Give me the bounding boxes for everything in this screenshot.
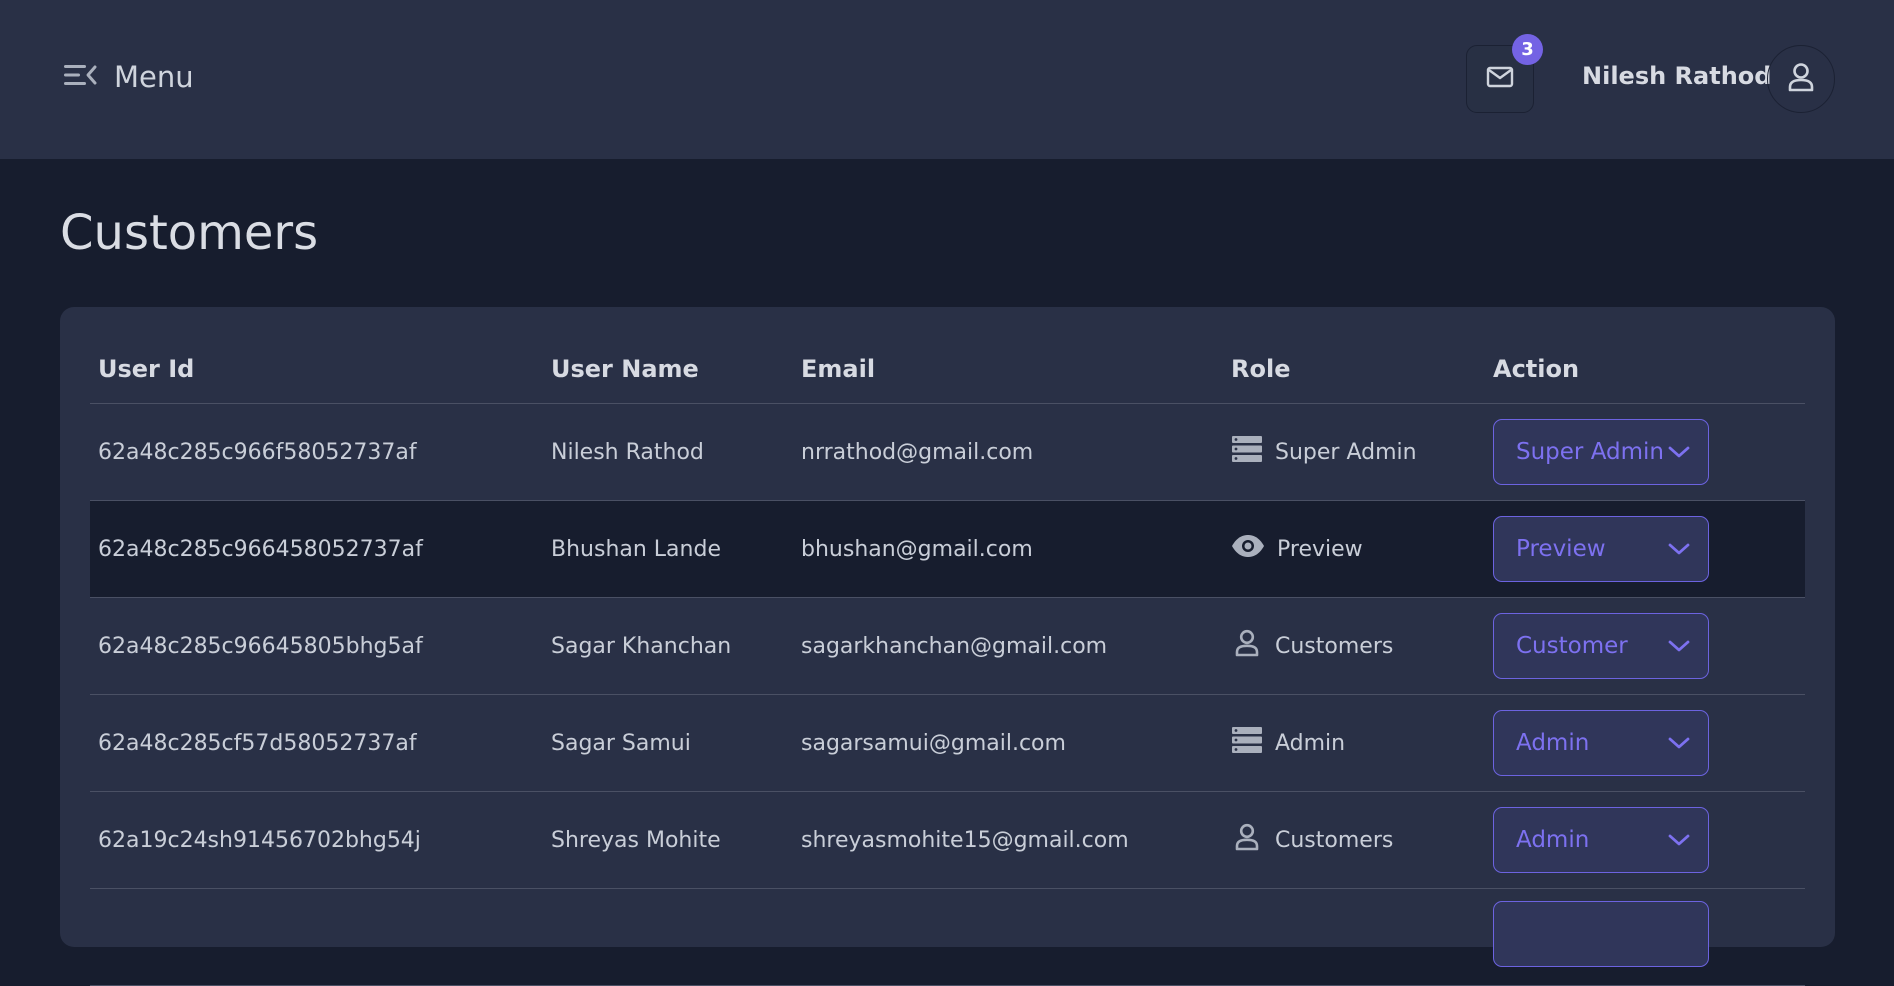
chevron-down-icon — [1668, 730, 1690, 756]
menu-collapse-icon — [62, 61, 98, 93]
user-id-cell: 62a48c285cf57d58052737af — [90, 694, 543, 792]
role-select[interactable]: Admin — [1493, 710, 1709, 776]
notification-badge: 3 — [1512, 34, 1543, 65]
action-cell: Customer — [1485, 597, 1805, 695]
user-id-cell: 62a48c285c96645805bhg5af — [90, 597, 543, 695]
role-label: Customers — [1275, 633, 1394, 659]
action-cell: Admin — [1485, 694, 1805, 792]
action-cell: Admin — [1485, 791, 1805, 889]
user-name-cell: Sagar Samui — [543, 694, 793, 792]
column-header-user-id: User Id — [90, 335, 543, 404]
role-select[interactable]: Preview — [1493, 516, 1709, 582]
customers-table: User Id User Name Email Role Action 62a4… — [90, 335, 1805, 986]
user-name-cell — [543, 888, 793, 986]
avatar-button[interactable] — [1767, 45, 1835, 113]
mail-icon — [1486, 65, 1514, 93]
role-select[interactable]: Customer — [1493, 613, 1709, 679]
role-select-value: Admin — [1516, 827, 1590, 853]
user-id-cell — [90, 888, 543, 986]
column-header-user-name: User Name — [543, 335, 793, 404]
user-name-cell: Shreyas Mohite — [543, 791, 793, 889]
chevron-down-icon — [1668, 439, 1690, 465]
user-name-cell: Sagar Khanchan — [543, 597, 793, 695]
table-header-row: User Id User Name Email Role Action — [90, 335, 1805, 404]
user-id-cell: 62a48c285c966458052737af — [90, 500, 543, 598]
table-row: 62a48c285c96645805bhg5af Sagar Khanchan … — [90, 597, 1805, 695]
role-select-value: Preview — [1516, 536, 1606, 562]
server-icon — [1231, 435, 1263, 469]
email-cell: bhushan@gmail.com — [793, 500, 1223, 598]
page-title: Customers — [60, 205, 319, 261]
user-icon — [1231, 823, 1263, 857]
column-header-email: Email — [793, 335, 1223, 404]
customers-card: User Id User Name Email Role Action 62a4… — [60, 307, 1835, 986]
table-row: 62a48c285c966f58052737af Nilesh Rathod n… — [90, 403, 1805, 501]
table-row: 62a19c24sh91456702bhg54j Shreyas Mohite … — [90, 791, 1805, 889]
role-label: Super Admin — [1275, 439, 1417, 465]
role-cell: Super Admin — [1223, 403, 1485, 501]
role-cell: Preview — [1223, 500, 1485, 598]
role-select[interactable]: Admin — [1493, 807, 1709, 873]
user-name-cell: Bhushan Lande — [543, 500, 793, 598]
role-select-value: Customer — [1516, 633, 1628, 659]
email-cell — [793, 888, 1223, 986]
table-row: 62a48c285c966458052737af Bhushan Lande b… — [90, 500, 1805, 598]
email-cell: sagarkhanchan@gmail.com — [793, 597, 1223, 695]
role-cell — [1223, 888, 1485, 986]
role-cell: Customers — [1223, 791, 1485, 889]
menu-label: Menu — [114, 60, 194, 94]
role-cell: Customers — [1223, 597, 1485, 695]
role-label: Admin — [1275, 730, 1346, 756]
role-label: Customers — [1275, 827, 1394, 853]
menu-button[interactable]: Menu — [62, 60, 194, 94]
role-select[interactable]: Super Admin — [1493, 419, 1709, 485]
table-row — [90, 888, 1805, 986]
action-cell: Preview — [1485, 500, 1805, 598]
role-label: Preview — [1277, 536, 1363, 562]
user-id-cell: 62a48c285c966f58052737af — [90, 403, 543, 501]
role-select[interactable] — [1493, 901, 1709, 967]
email-cell: sagarsamui@gmail.com — [793, 694, 1223, 792]
user-name-cell: Nilesh Rathod — [543, 403, 793, 501]
eye-icon — [1231, 534, 1265, 564]
action-cell — [1485, 888, 1805, 986]
column-header-role: Role — [1223, 335, 1485, 404]
action-cell: Super Admin — [1485, 403, 1805, 501]
chevron-down-icon — [1668, 827, 1690, 853]
user-id-cell: 62a19c24sh91456702bhg54j — [90, 791, 543, 889]
role-cell: Admin — [1223, 694, 1485, 792]
top-bar: Menu 3 Nilesh Rathod — [0, 0, 1894, 159]
chevron-down-icon — [1668, 633, 1690, 659]
user-icon — [1787, 62, 1815, 96]
role-select-value: Super Admin — [1516, 439, 1664, 465]
column-header-action: Action — [1485, 335, 1805, 404]
email-cell: shreyasmohite15@gmail.com — [793, 791, 1223, 889]
user-icon — [1231, 629, 1263, 663]
chevron-down-icon — [1668, 536, 1690, 562]
role-select-value: Admin — [1516, 730, 1590, 756]
current-user-name: Nilesh Rathod — [1582, 62, 1772, 90]
email-cell: nrrathod@gmail.com — [793, 403, 1223, 501]
table-row: 62a48c285cf57d58052737af Sagar Samui sag… — [90, 694, 1805, 792]
server-icon — [1231, 726, 1263, 760]
